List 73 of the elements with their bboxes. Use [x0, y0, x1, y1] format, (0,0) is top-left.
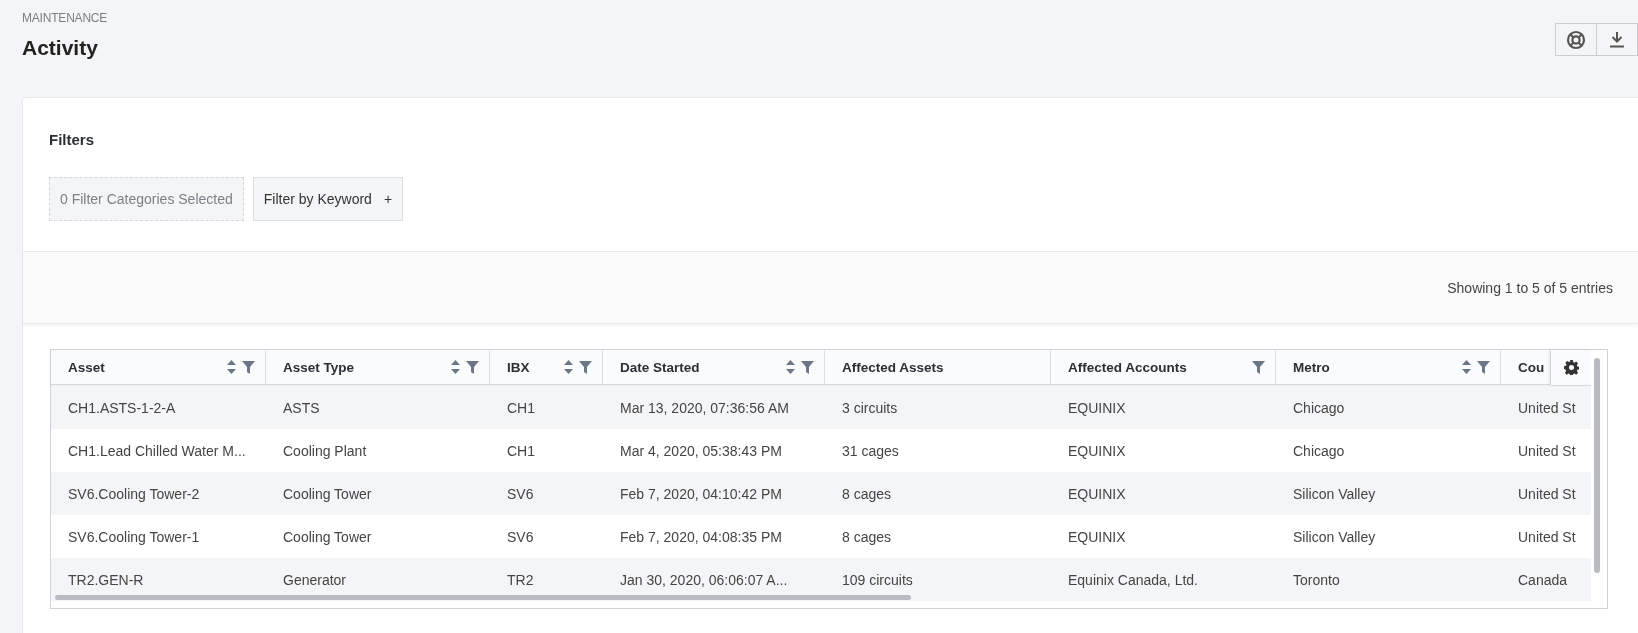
filter-icon[interactable] [1252, 360, 1265, 374]
column-header[interactable]: Affected Accounts [1051, 350, 1276, 385]
table-cell: CH1 [490, 386, 603, 429]
table-cell-text: Cooling Plant [282, 441, 368, 461]
filters-heading: Filters [49, 131, 95, 148]
filter-icon[interactable] [801, 360, 814, 374]
table-cell: 109 circuits [825, 558, 1051, 601]
sort-icon[interactable] [227, 360, 236, 374]
column-header[interactable]: Asset [51, 350, 266, 385]
settings-icon [1563, 360, 1579, 375]
column-header[interactable]: IBX [490, 350, 603, 385]
table-cell: TR2.GEN-R [51, 558, 266, 601]
table-cell-text: Cooling Tower [282, 527, 373, 547]
table-cell: Chicago [1276, 386, 1501, 429]
table-cell-text: United St [1517, 527, 1577, 547]
table-cell: 3 circuits [825, 386, 1051, 429]
table-cell: EQUINIX [1051, 386, 1276, 429]
table-cell: EQUINIX [1051, 472, 1276, 515]
table-cell-text: SV6.Cooling Tower-1 [67, 527, 201, 547]
table-cell-text: EQUINIX [1067, 527, 1127, 547]
download-icon [1610, 31, 1624, 48]
table-cell: Jan 30, 2020, 06:06:07 A... [603, 558, 825, 601]
table-cell: United St [1501, 386, 1591, 429]
filter-by-keyword-button[interactable]: Filter by Keyword + [252, 177, 404, 221]
column-header[interactable]: Metro [1276, 350, 1501, 385]
filter-icon[interactable] [242, 360, 255, 374]
table-cell: Silicon Valley [1276, 472, 1501, 515]
filter-icon[interactable] [579, 360, 592, 374]
table-cell-text: 31 cages [841, 441, 900, 461]
table-cell-text: Mar 4, 2020, 05:38:43 PM [619, 441, 783, 461]
table-cell-text: Chicago [1292, 441, 1346, 461]
table-cell: ASTS [266, 386, 490, 429]
sort-icon[interactable] [786, 360, 795, 374]
filter-categories-field[interactable]: 0 Filter Categories Selected [49, 177, 244, 221]
table-cell-text: Silicon Valley [1292, 527, 1377, 547]
table-cell-text: 8 cages [841, 527, 893, 547]
download-button[interactable] [1596, 23, 1638, 56]
table-cell: SV6 [490, 472, 603, 515]
table-cell: TR2 [490, 558, 603, 601]
help-button[interactable] [1555, 23, 1597, 56]
horizontal-scrollbar[interactable] [55, 595, 911, 600]
table-cell: Cooling Tower [266, 472, 490, 515]
table-cell: CH1.ASTS-1-2-A [51, 386, 266, 429]
table-cell: Feb 7, 2020, 04:10:42 PM [603, 472, 825, 515]
table-cell: Toronto [1276, 558, 1501, 601]
vertical-scrollbar[interactable] [1594, 358, 1600, 573]
table-cell-text: CH1.Lead Chilled Water M... [67, 441, 247, 461]
lifebuoy-icon [1566, 29, 1586, 50]
filter-icon[interactable] [1477, 360, 1490, 374]
entries-summary: Showing 1 to 5 of 5 entries [1447, 279, 1613, 296]
sort-icon[interactable] [1462, 360, 1471, 374]
table-cell: Canada [1501, 558, 1591, 601]
table-cell: SV6.Cooling Tower-2 [51, 472, 266, 515]
table-cell: Mar 13, 2020, 07:36:56 AM [603, 386, 825, 429]
table-cell: Generator [266, 558, 490, 601]
table-cell-text: EQUINIX [1067, 441, 1127, 461]
table-cell-text: Feb 7, 2020, 04:08:35 PM [619, 527, 783, 547]
table-cell-text: CH1 [506, 441, 536, 461]
sort-icon[interactable] [564, 360, 573, 374]
page-title: Activity [22, 36, 99, 60]
table-cell-text: SV6 [506, 527, 535, 547]
table-cell-text: United St [1517, 441, 1577, 461]
column-header[interactable]: Cou [1501, 350, 1551, 385]
column-settings-button[interactable] [1551, 350, 1591, 386]
column-header[interactable]: Date Started [603, 350, 825, 385]
sort-icon[interactable] [451, 360, 460, 374]
table-cell: 8 cages [825, 472, 1051, 515]
filter-icon[interactable] [466, 360, 479, 374]
column-header[interactable]: Affected Assets [825, 350, 1051, 385]
table-cell: Equinix Canada, Ltd. [1051, 558, 1276, 601]
breadcrumb: MAINTENANCE [22, 11, 108, 25]
table-cell: United St [1501, 472, 1591, 515]
column-header[interactable]: Asset Type [266, 350, 490, 385]
